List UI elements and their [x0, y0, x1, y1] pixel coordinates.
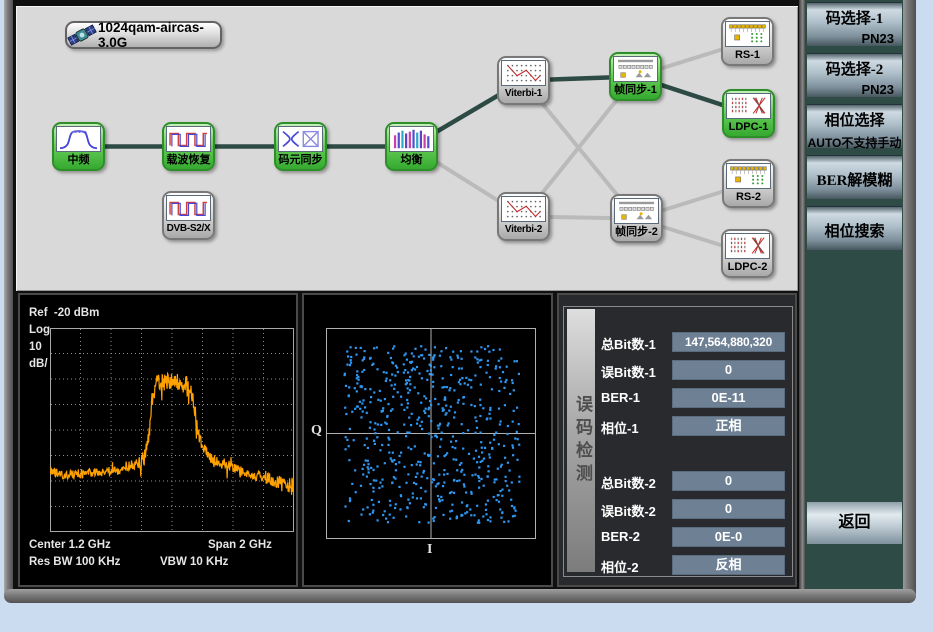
ldpc-icon [726, 93, 771, 119]
stat-value-3: 0E-11 [672, 388, 785, 408]
node-label: 码元同步 [276, 152, 325, 168]
bandpass-icon [56, 126, 101, 152]
phase-search-button[interactable]: 相位搜索 [807, 206, 902, 250]
node-viterbi1[interactable]: Viterbi-1 [497, 56, 550, 105]
bars-icon [389, 126, 434, 152]
node-ldpc1[interactable]: LDPC-1 [722, 89, 775, 138]
stat-value-6: 0 [672, 499, 785, 519]
node-label: 帧同步-2 [612, 224, 661, 240]
window-frame-right [903, 0, 916, 600]
signal-title-button[interactable]: 1024qam-aircas-3.0G [65, 21, 222, 49]
framesync-icon [613, 56, 658, 82]
trellis-icon [501, 60, 546, 86]
node-frame1[interactable]: 帧同步-1 [609, 52, 662, 101]
app-window: 中频 载波恢复 码元同步 均衡 DVB-S2/X Viterbi-1 Viterbi-2 帧同… [0, 0, 933, 632]
phase-select-button[interactable]: 相位选择AUTO不支持手动 [807, 104, 902, 148]
constellation-panel: Q I [302, 293, 553, 587]
node-if[interactable]: 中频 [52, 122, 105, 171]
node-label: RS-2 [724, 189, 773, 205]
node-viterbi2[interactable]: Viterbi-2 [497, 192, 550, 241]
ber-stats-panel: 误码检测 总Bit数-1 147,564,880,320 误Bit数-1 0 BER-1… [557, 293, 797, 587]
stat-value-7: 0E-0 [672, 527, 785, 547]
spectrum-ref-label: Ref -20 dBm [29, 307, 99, 319]
stat-label-2: 误Bit数-1 [601, 362, 656, 381]
window-frame-left [4, 0, 13, 599]
spectrum-log-label: Log [29, 324, 50, 336]
sidebar-button-label: 相位搜索 [807, 207, 902, 241]
node-label: 载波恢复 [164, 152, 213, 168]
satellite-icon [67, 22, 97, 48]
stat-label-5: 总Bit数-2 [601, 473, 656, 492]
ber-stats-inner: 误码检测 总Bit数-1 147,564,880,320 误Bit数-1 0 BER-1… [563, 306, 793, 577]
spectrum-vbw-label: VBW 10 KHz [160, 556, 228, 568]
stat-value-2: 0 [672, 360, 785, 380]
eye-icon [278, 126, 323, 152]
window-frame-bottom [4, 589, 916, 603]
back-button[interactable]: 返回 [807, 502, 902, 544]
node-label: DVB-S2/X [164, 221, 213, 237]
ber-stats-title: 误码检测 [567, 309, 595, 572]
rs-icon [725, 21, 770, 47]
ber-deambiguity-button[interactable]: BER解模糊 [807, 155, 902, 199]
stat-value-5: 0 [672, 471, 785, 491]
spectrum-center-label: Center 1.2 GHz [29, 539, 111, 551]
stat-value-8: 反相 [672, 555, 785, 575]
node-label: 均衡 [387, 152, 436, 168]
spectrum-unit-label: dB/ [29, 358, 48, 370]
node-label: RS-1 [723, 47, 772, 63]
node-dvb[interactable]: DVB-S2/X [162, 191, 215, 240]
flow-panel: 中频 载波恢复 码元同步 均衡 DVB-S2/X Viterbi-1 Viterbi-2 帧同… [16, 6, 798, 291]
node-symbol[interactable]: 码元同步 [274, 122, 327, 171]
stat-label-6: 误Bit数-2 [601, 501, 656, 520]
constellation-dots [344, 345, 521, 524]
node-rs1[interactable]: RS-1 [721, 17, 774, 66]
sidebar-button-sublabel: AUTO不支持手动 [807, 130, 902, 151]
stat-value-4: 正相 [672, 416, 785, 436]
node-rs2[interactable]: RS-2 [722, 159, 775, 208]
node-label: LDPC-2 [723, 259, 772, 275]
stat-label-1: 总Bit数-1 [601, 334, 656, 353]
code-select-1-button[interactable]: 码选择-1PN23 [807, 2, 902, 46]
sidebar: 码选择-1PN23码选择-2PN23相位选择AUTO不支持手动BER解模糊相位搜… [806, 0, 903, 589]
node-eq[interactable]: 均衡 [385, 122, 438, 171]
spectrum-panel: Ref -20 dBm Log 10 dB/ Center 1.2 GHz Sp… [18, 293, 298, 587]
node-label: 帧同步-1 [611, 82, 660, 98]
trellis-icon [501, 196, 546, 222]
node-label: 中频 [54, 152, 103, 168]
squarewave-icon [166, 126, 211, 152]
constellation-q-label: Q [311, 423, 322, 439]
constellation-plot [326, 328, 536, 539]
node-frame2[interactable]: 帧同步-2 [610, 194, 663, 243]
node-carrier[interactable]: 载波恢复 [162, 122, 215, 171]
squarewave-icon [166, 195, 211, 221]
sidebar-button-label: 码选择-2 [807, 54, 902, 79]
framesync-icon [614, 198, 659, 224]
stat-label-3: BER-1 [601, 390, 640, 405]
constellation-i-label: I [427, 542, 432, 558]
node-ldpc2[interactable]: LDPC-2 [721, 229, 774, 278]
stat-label-7: BER-2 [601, 529, 640, 544]
spectrum-span-label: Span 2 GHz [208, 539, 272, 551]
node-label: Viterbi-1 [499, 86, 548, 102]
stat-label-4: 相位-1 [601, 418, 639, 437]
node-label: LDPC-1 [724, 119, 773, 135]
node-label: Viterbi-2 [499, 222, 548, 238]
stat-value-1: 147,564,880,320 [672, 332, 785, 352]
spectrum-trace [50, 374, 294, 495]
ldpc-icon [725, 233, 770, 259]
sidebar-divider [799, 0, 806, 589]
stat-label-8: 相位-2 [601, 557, 639, 576]
sidebar-button-label: 相位选择 [807, 105, 902, 130]
spectrum-scale-label: 10 [29, 341, 42, 353]
rs-icon [726, 163, 771, 189]
code-select-2-button[interactable]: 码选择-2PN23 [807, 53, 902, 97]
spectrum-plot [50, 328, 294, 532]
sidebar-button-sublabel: PN23 [807, 79, 902, 97]
signal-title: 1024qam-aircas-3.0G [98, 20, 220, 50]
sidebar-button-label: BER解模糊 [807, 156, 902, 190]
spectrum-rbw-label: Res BW 100 KHz [29, 556, 120, 568]
sidebar-button-label: 码选择-1 [807, 3, 902, 28]
sidebar-button-sublabel: PN23 [807, 28, 902, 46]
